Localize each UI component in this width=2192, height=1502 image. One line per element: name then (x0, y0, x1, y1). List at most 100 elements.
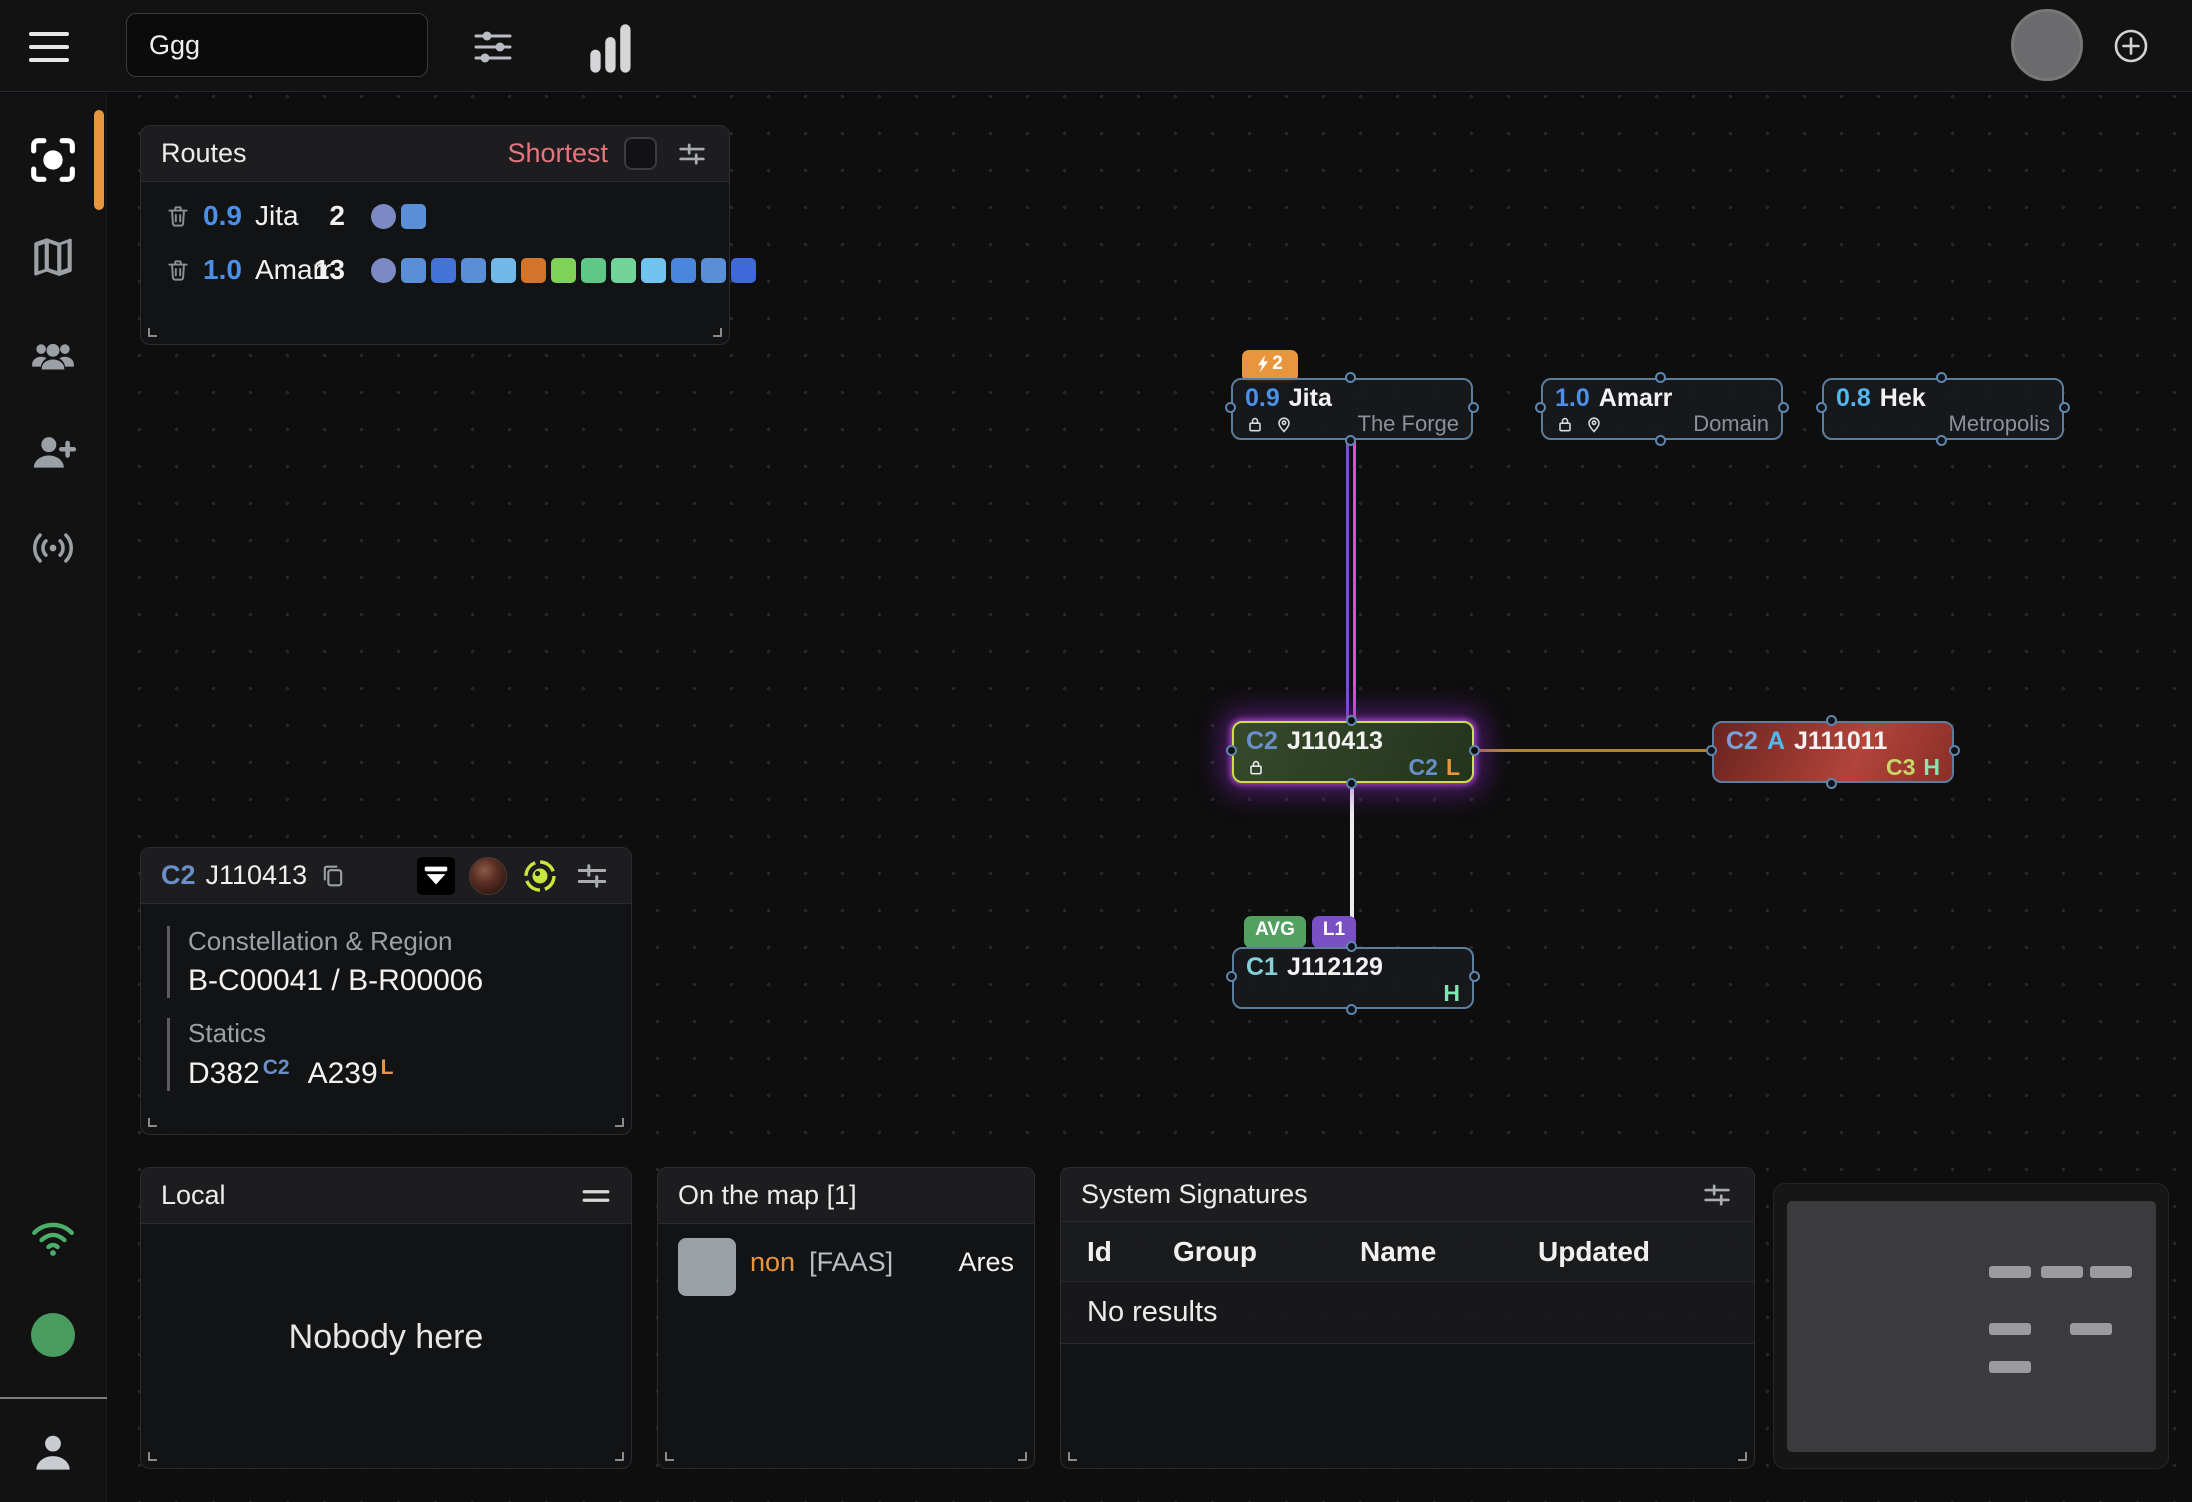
wormhole-class: C2 (1726, 728, 1758, 754)
resize-handle[interactable] (615, 1118, 624, 1127)
minimap-panel[interactable] (1773, 1183, 2169, 1469)
statics-label: Statics (188, 1018, 605, 1049)
node-handle-bottom[interactable] (1655, 435, 1666, 446)
on-the-map-title: On the map [1] (678, 1180, 857, 1211)
minimap-canvas[interactable] (1787, 1201, 2156, 1452)
system-node-j112129[interactable]: C1 J112129 H (1232, 947, 1474, 1009)
lock-icon (1245, 414, 1265, 434)
wormhole-class: C2 (1246, 728, 1278, 754)
local-menu-icon[interactable] (581, 1185, 611, 1207)
system-node-amarr[interactable]: 1.0 Amarr Domain (1541, 378, 1783, 440)
column-id: Id (1087, 1236, 1112, 1268)
node-handle-top[interactable] (1346, 715, 1357, 726)
node-handle-top[interactable] (1826, 715, 1837, 726)
node-handle-bottom[interactable] (1936, 435, 1947, 446)
resize-handle[interactable] (148, 328, 157, 337)
focus-map-icon[interactable] (28, 135, 78, 185)
signatures-table-header: Id Group Name Updated (1061, 1222, 1754, 1282)
system-node-j110413[interactable]: C2 J110413 C2 L (1232, 721, 1474, 783)
security-status: 0.9 (1245, 385, 1280, 411)
on-the-map-header[interactable]: On the map [1] (658, 1168, 1034, 1224)
lock-icon (1555, 414, 1575, 434)
node-handle-left[interactable] (1816, 402, 1827, 413)
signatures-settings-icon[interactable] (1700, 1178, 1734, 1212)
node-handle-right[interactable] (1469, 971, 1480, 982)
profile-icon[interactable] (28, 1428, 78, 1478)
delete-route-icon[interactable] (165, 257, 191, 283)
resize-handle[interactable] (1018, 1452, 1027, 1461)
signatures-header[interactable]: System Signatures (1061, 1168, 1754, 1222)
node-handle-left[interactable] (1535, 402, 1546, 413)
system-node-jita[interactable]: 0.9 Jita The Forge (1231, 378, 1473, 440)
resize-handle[interactable] (148, 1118, 157, 1127)
routes-panel-header[interactable]: Routes Shortest (141, 126, 729, 182)
static-target: L (1446, 754, 1460, 781)
broadcast-icon[interactable] (28, 523, 78, 573)
system-info-header[interactable]: C2 J110413 (141, 848, 631, 904)
local-panel-header[interactable]: Local (141, 1168, 631, 1224)
map-canvas[interactable]: 2 AVG L1 0.9 Jita The Forge (107, 93, 2192, 1502)
node-handle-left[interactable] (1226, 745, 1237, 756)
avg-activity-badge: AVG (1244, 916, 1306, 948)
copy-name-icon[interactable] (319, 862, 347, 890)
node-handle-left[interactable] (1225, 402, 1236, 413)
shortest-toggle-label[interactable]: Shortest (507, 138, 608, 169)
node-handle-bottom[interactable] (1826, 778, 1837, 789)
jump-marker (371, 204, 396, 229)
system-info-panel: C2 J110413 Constellat (140, 847, 632, 1135)
collapse-filter-icon[interactable] (417, 857, 455, 895)
node-handle-bottom[interactable] (1346, 778, 1357, 789)
user-avatar[interactable] (2011, 9, 2083, 81)
security-status: 0.8 (1836, 385, 1871, 411)
minimap-node (1989, 1361, 2031, 1373)
node-handle-right[interactable] (1949, 745, 1960, 756)
node-handle-right[interactable] (1778, 402, 1789, 413)
node-handle-bottom[interactable] (1345, 435, 1356, 446)
connection-line-orange[interactable] (1474, 749, 1712, 752)
jump-marker (521, 258, 546, 283)
add-button[interactable] (2112, 27, 2150, 65)
resize-handle[interactable] (665, 1452, 674, 1461)
node-handle-top[interactable] (1655, 372, 1666, 383)
system-name: Amarr (1599, 385, 1673, 411)
shortest-checkbox[interactable] (624, 137, 657, 170)
resize-handle[interactable] (713, 328, 722, 337)
connection-line-pink[interactable] (1353, 440, 1356, 721)
bolt-icon (1257, 355, 1270, 373)
node-handle-top[interactable] (1345, 372, 1356, 383)
node-handle-left[interactable] (1706, 745, 1717, 756)
resize-handle[interactable] (1738, 1452, 1747, 1461)
system-settings-icon[interactable] (573, 857, 611, 895)
menu-icon[interactable] (28, 30, 70, 64)
activity-chart-icon[interactable] (588, 22, 634, 68)
pilot-row[interactable]: non [FAAS] Ares (658, 1224, 1034, 1296)
column-name: Name (1360, 1236, 1436, 1268)
route-row-jita[interactable]: 0.9 Jita 2 (141, 196, 729, 236)
node-handle-bottom[interactable] (1346, 1004, 1357, 1015)
add-character-icon[interactable] (28, 428, 78, 478)
routes-settings-icon[interactable] (675, 137, 709, 171)
connection-line-purple[interactable] (1346, 440, 1349, 721)
delete-route-icon[interactable] (165, 203, 191, 229)
jump-marker (671, 258, 696, 283)
node-handle-right[interactable] (2059, 402, 2070, 413)
selected-system-name: J110413 (206, 860, 308, 891)
map-name-input[interactable] (126, 13, 428, 77)
observer-effect-icon[interactable] (521, 857, 559, 895)
wormhole-effect-thumbnail[interactable] (469, 857, 507, 895)
node-handle-left[interactable] (1226, 971, 1237, 982)
node-handle-top[interactable] (1936, 372, 1947, 383)
map-settings-sliders-icon[interactable] (470, 24, 516, 70)
route-row-amarr[interactable]: 1.0 Amarr 13 (141, 250, 729, 290)
maps-icon[interactable] (28, 232, 78, 282)
system-node-hek[interactable]: 0.8 Hek Metropolis (1822, 378, 2064, 440)
resize-handle[interactable] (615, 1452, 624, 1461)
node-handle-right[interactable] (1469, 745, 1480, 756)
statics-value: D382C2A239L (188, 1056, 605, 1091)
resize-handle[interactable] (148, 1452, 157, 1461)
resize-handle[interactable] (1068, 1452, 1077, 1461)
node-handle-right[interactable] (1468, 402, 1479, 413)
characters-group-icon[interactable] (28, 332, 78, 382)
system-node-j111011[interactable]: C2 A J111011 C3 H (1712, 721, 1954, 783)
node-handle-top[interactable] (1346, 941, 1357, 952)
